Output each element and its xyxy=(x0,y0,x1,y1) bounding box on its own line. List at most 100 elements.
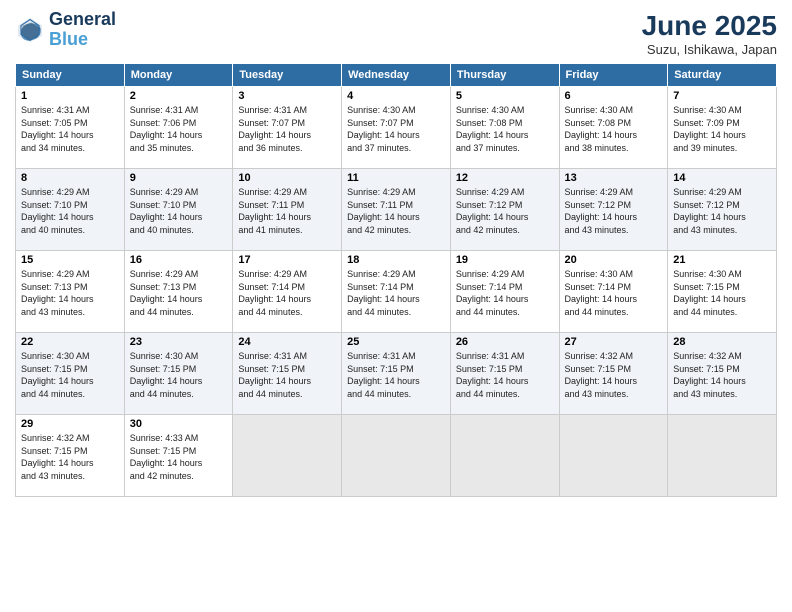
calendar-cell: 20 Sunrise: 4:30 AM Sunset: 7:14 PM Dayli… xyxy=(559,251,668,333)
calendar-cell: 25 Sunrise: 4:31 AM Sunset: 7:15 PM Dayli… xyxy=(342,333,451,415)
page: General Blue June 2025 Suzu, Ishikawa, J… xyxy=(0,0,792,612)
weekday-header-row: SundayMondayTuesdayWednesdayThursdayFrid… xyxy=(16,64,777,87)
day-info: Sunrise: 4:29 AM Sunset: 7:13 PM Dayligh… xyxy=(130,268,228,318)
calendar-table: SundayMondayTuesdayWednesdayThursdayFrid… xyxy=(15,63,777,497)
day-info: Sunrise: 4:29 AM Sunset: 7:14 PM Dayligh… xyxy=(347,268,445,318)
day-number: 27 xyxy=(565,336,663,348)
day-info: Sunrise: 4:29 AM Sunset: 7:14 PM Dayligh… xyxy=(238,268,336,318)
calendar-cell xyxy=(233,415,342,497)
day-number: 22 xyxy=(21,336,119,348)
calendar-cell: 14 Sunrise: 4:29 AM Sunset: 7:12 PM Dayli… xyxy=(668,169,777,251)
day-info: Sunrise: 4:30 AM Sunset: 7:07 PM Dayligh… xyxy=(347,104,445,154)
day-number: 5 xyxy=(456,90,554,102)
day-info: Sunrise: 4:30 AM Sunset: 7:09 PM Dayligh… xyxy=(673,104,771,154)
day-number: 14 xyxy=(673,172,771,184)
title-block: June 2025 Suzu, Ishikawa, Japan xyxy=(642,10,777,57)
day-number: 11 xyxy=(347,172,445,184)
day-number: 15 xyxy=(21,254,119,266)
day-number: 16 xyxy=(130,254,228,266)
calendar-cell: 22 Sunrise: 4:30 AM Sunset: 7:15 PM Dayli… xyxy=(16,333,125,415)
day-info: Sunrise: 4:30 AM Sunset: 7:08 PM Dayligh… xyxy=(456,104,554,154)
day-info: Sunrise: 4:30 AM Sunset: 7:15 PM Dayligh… xyxy=(130,350,228,400)
day-number: 8 xyxy=(21,172,119,184)
calendar-cell xyxy=(559,415,668,497)
calendar-cell: 1 Sunrise: 4:31 AM Sunset: 7:05 PM Daylig… xyxy=(16,87,125,169)
day-info: Sunrise: 4:29 AM Sunset: 7:12 PM Dayligh… xyxy=(456,186,554,236)
calendar-cell xyxy=(342,415,451,497)
calendar-cell: 16 Sunrise: 4:29 AM Sunset: 7:13 PM Dayli… xyxy=(124,251,233,333)
calendar-cell: 12 Sunrise: 4:29 AM Sunset: 7:12 PM Dayli… xyxy=(450,169,559,251)
day-number: 18 xyxy=(347,254,445,266)
day-info: Sunrise: 4:32 AM Sunset: 7:15 PM Dayligh… xyxy=(21,432,119,482)
day-number: 12 xyxy=(456,172,554,184)
calendar-cell: 27Sunrise: 4:32 AM Sunset: 7:15 PM Dayli… xyxy=(559,333,668,415)
calendar-week-5: 29 Sunrise: 4:32 AM Sunset: 7:15 PM Dayli… xyxy=(16,415,777,497)
day-info: Sunrise: 4:29 AM Sunset: 7:10 PM Dayligh… xyxy=(130,186,228,236)
month-title: June 2025 xyxy=(642,10,777,42)
day-info: Sunrise: 4:30 AM Sunset: 7:08 PM Dayligh… xyxy=(565,104,663,154)
day-number: 29 xyxy=(21,418,119,430)
day-number: 25 xyxy=(347,336,445,348)
calendar-week-2: 8 Sunrise: 4:29 AM Sunset: 7:10 PM Daylig… xyxy=(16,169,777,251)
calendar-cell: 7Sunrise: 4:30 AM Sunset: 7:09 PM Daylig… xyxy=(668,87,777,169)
calendar-cell: 15Sunrise: 4:29 AM Sunset: 7:13 PM Dayli… xyxy=(16,251,125,333)
calendar-cell: 18 Sunrise: 4:29 AM Sunset: 7:14 PM Dayli… xyxy=(342,251,451,333)
calendar-cell: 11 Sunrise: 4:29 AM Sunset: 7:11 PM Dayli… xyxy=(342,169,451,251)
day-number: 21 xyxy=(673,254,771,266)
calendar-cell: 13 Sunrise: 4:29 AM Sunset: 7:12 PM Dayli… xyxy=(559,169,668,251)
day-number: 1 xyxy=(21,90,119,102)
calendar-cell: 17 Sunrise: 4:29 AM Sunset: 7:14 PM Dayli… xyxy=(233,251,342,333)
day-info: Sunrise: 4:29 AM Sunset: 7:14 PM Dayligh… xyxy=(456,268,554,318)
day-number: 17 xyxy=(238,254,336,266)
calendar-body: 1 Sunrise: 4:31 AM Sunset: 7:05 PM Daylig… xyxy=(16,87,777,497)
calendar-cell: 9Sunrise: 4:29 AM Sunset: 7:10 PM Daylig… xyxy=(124,169,233,251)
calendar-cell: 5 Sunrise: 4:30 AM Sunset: 7:08 PM Daylig… xyxy=(450,87,559,169)
calendar-cell: 24Sunrise: 4:31 AM Sunset: 7:15 PM Dayli… xyxy=(233,333,342,415)
calendar-cell: 23 Sunrise: 4:30 AM Sunset: 7:15 PM Dayli… xyxy=(124,333,233,415)
day-info: Sunrise: 4:33 AM Sunset: 7:15 PM Dayligh… xyxy=(130,432,228,482)
day-info: Sunrise: 4:31 AM Sunset: 7:05 PM Dayligh… xyxy=(21,104,119,154)
weekday-header-sunday: Sunday xyxy=(16,64,125,87)
calendar-cell: 4 Sunrise: 4:30 AM Sunset: 7:07 PM Daylig… xyxy=(342,87,451,169)
calendar-cell: 26 Sunrise: 4:31 AM Sunset: 7:15 PM Dayli… xyxy=(450,333,559,415)
day-number: 30 xyxy=(130,418,228,430)
calendar-cell: 28 Sunrise: 4:32 AM Sunset: 7:15 PM Dayli… xyxy=(668,333,777,415)
calendar-cell: 2Sunrise: 4:31 AM Sunset: 7:06 PM Daylig… xyxy=(124,87,233,169)
calendar-cell: 21 Sunrise: 4:30 AM Sunset: 7:15 PM Dayli… xyxy=(668,251,777,333)
logo: General Blue xyxy=(15,10,116,50)
day-info: Sunrise: 4:30 AM Sunset: 7:14 PM Dayligh… xyxy=(565,268,663,318)
day-number: 23 xyxy=(130,336,228,348)
calendar-cell: 19Sunrise: 4:29 AM Sunset: 7:14 PM Dayli… xyxy=(450,251,559,333)
day-number: 3 xyxy=(238,90,336,102)
logo-text: General Blue xyxy=(49,10,116,50)
day-number: 4 xyxy=(347,90,445,102)
day-number: 20 xyxy=(565,254,663,266)
day-number: 10 xyxy=(238,172,336,184)
day-info: Sunrise: 4:29 AM Sunset: 7:12 PM Dayligh… xyxy=(565,186,663,236)
day-info: Sunrise: 4:29 AM Sunset: 7:11 PM Dayligh… xyxy=(347,186,445,236)
calendar-cell: 8 Sunrise: 4:29 AM Sunset: 7:10 PM Daylig… xyxy=(16,169,125,251)
day-number: 26 xyxy=(456,336,554,348)
day-info: Sunrise: 4:32 AM Sunset: 7:15 PM Dayligh… xyxy=(673,350,771,400)
header: General Blue June 2025 Suzu, Ishikawa, J… xyxy=(15,10,777,57)
weekday-header-saturday: Saturday xyxy=(668,64,777,87)
day-info: Sunrise: 4:31 AM Sunset: 7:15 PM Dayligh… xyxy=(456,350,554,400)
day-info: Sunrise: 4:30 AM Sunset: 7:15 PM Dayligh… xyxy=(673,268,771,318)
day-number: 13 xyxy=(565,172,663,184)
day-info: Sunrise: 4:31 AM Sunset: 7:15 PM Dayligh… xyxy=(238,350,336,400)
day-number: 28 xyxy=(673,336,771,348)
weekday-header-friday: Friday xyxy=(559,64,668,87)
logo-icon xyxy=(15,15,45,45)
day-info: Sunrise: 4:31 AM Sunset: 7:15 PM Dayligh… xyxy=(347,350,445,400)
weekday-header-thursday: Thursday xyxy=(450,64,559,87)
weekday-header-wednesday: Wednesday xyxy=(342,64,451,87)
calendar-week-4: 22 Sunrise: 4:30 AM Sunset: 7:15 PM Dayli… xyxy=(16,333,777,415)
calendar-week-1: 1 Sunrise: 4:31 AM Sunset: 7:05 PM Daylig… xyxy=(16,87,777,169)
day-info: Sunrise: 4:30 AM Sunset: 7:15 PM Dayligh… xyxy=(21,350,119,400)
day-info: Sunrise: 4:29 AM Sunset: 7:12 PM Dayligh… xyxy=(673,186,771,236)
calendar-cell: 6Sunrise: 4:30 AM Sunset: 7:08 PM Daylig… xyxy=(559,87,668,169)
calendar-cell: 3Sunrise: 4:31 AM Sunset: 7:07 PM Daylig… xyxy=(233,87,342,169)
weekday-header-tuesday: Tuesday xyxy=(233,64,342,87)
day-info: Sunrise: 4:29 AM Sunset: 7:10 PM Dayligh… xyxy=(21,186,119,236)
calendar-cell: 29 Sunrise: 4:32 AM Sunset: 7:15 PM Dayli… xyxy=(16,415,125,497)
